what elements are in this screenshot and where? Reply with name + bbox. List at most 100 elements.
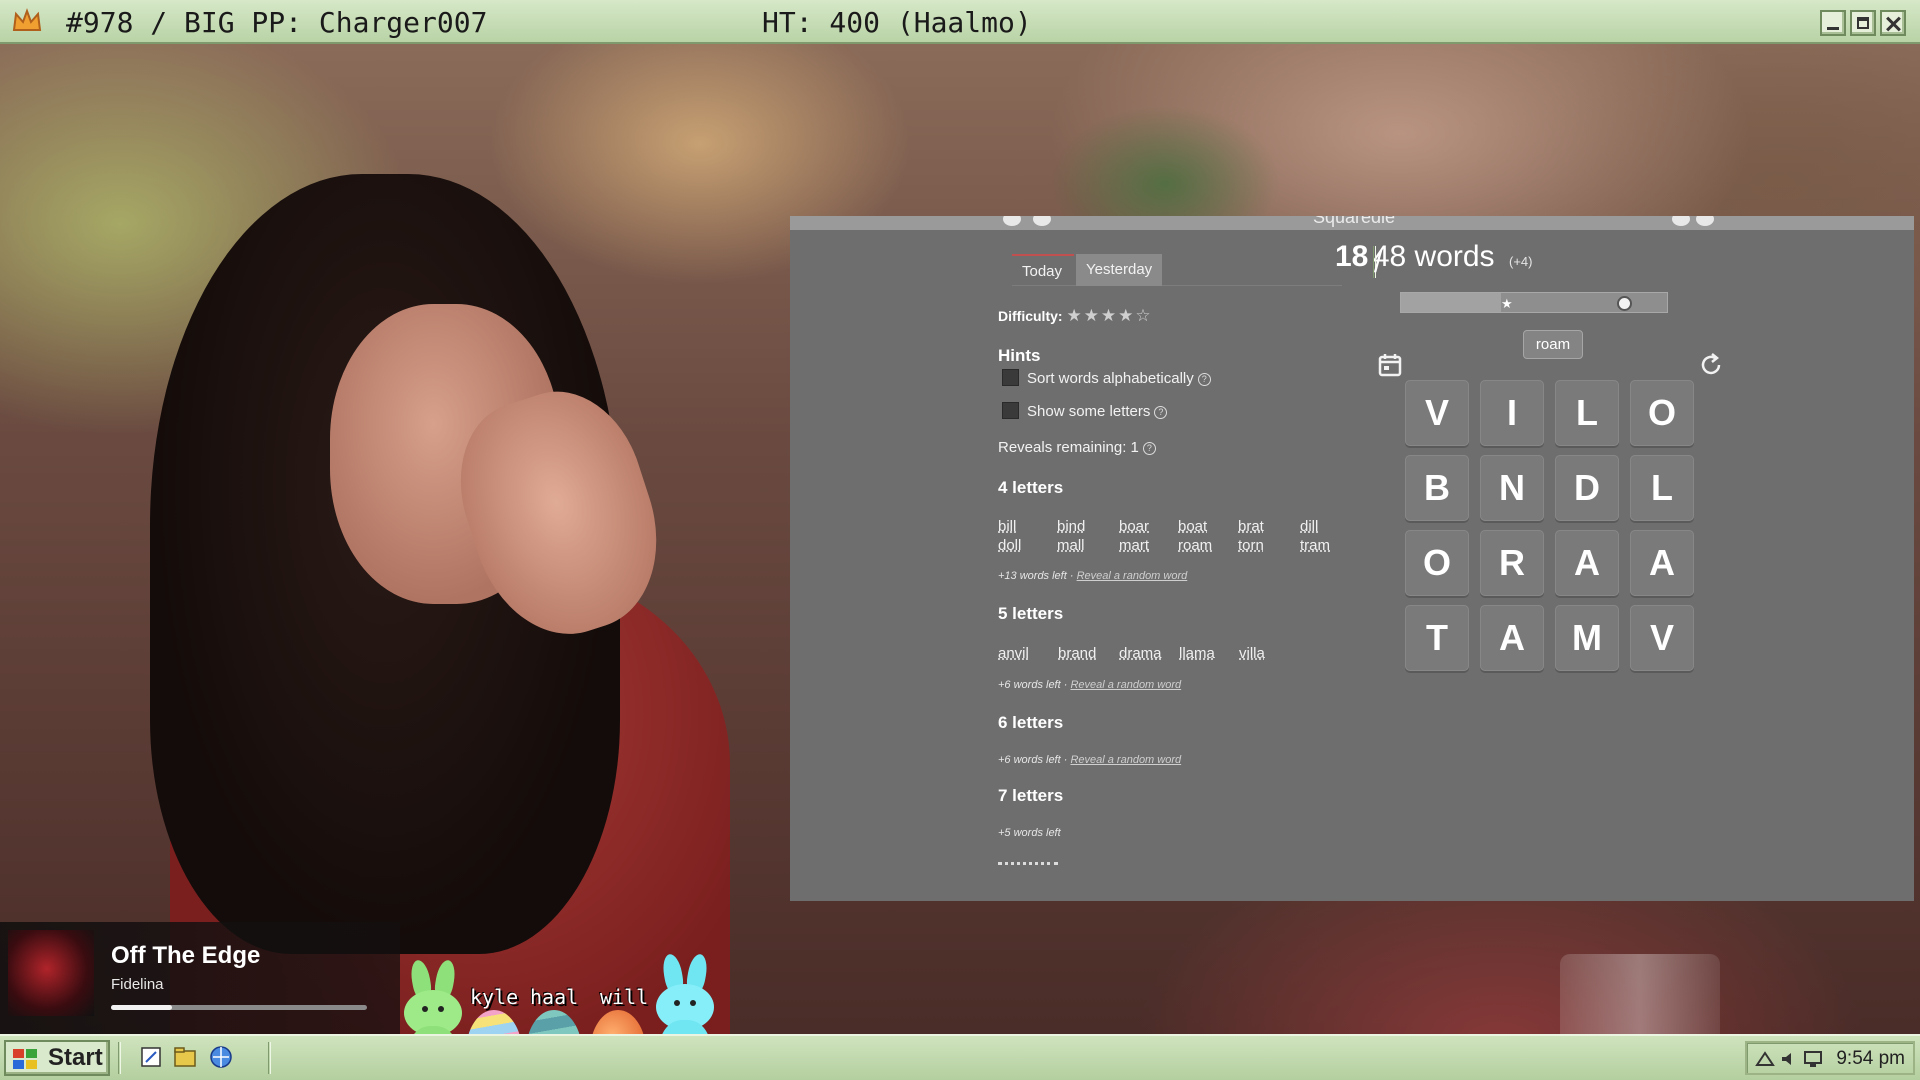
- letter-tile[interactable]: A: [1480, 605, 1544, 671]
- reveal-random-word-link[interactable]: Reveal a random word: [1070, 679, 1181, 691]
- letter-tile[interactable]: N: [1480, 455, 1544, 521]
- windows-logo-icon: [13, 1049, 37, 1069]
- found-word[interactable]: mart: [1119, 537, 1149, 554]
- current-word-display: roam: [1523, 330, 1583, 359]
- close-button[interactable]: [1880, 10, 1906, 36]
- words-left-7: +5 words left: [998, 827, 1061, 839]
- letter-tile[interactable]: I: [1480, 380, 1544, 446]
- found-word[interactable]: brat: [1238, 518, 1264, 535]
- hint-sort-alphabetically[interactable]: Sort words alphabetically?: [1002, 369, 1211, 387]
- network-icon[interactable]: [1755, 1049, 1775, 1069]
- hint-label: Sort words alphabetically: [1027, 370, 1194, 387]
- menu-icon[interactable]: [1003, 216, 1021, 226]
- found-word[interactable]: tram: [1300, 537, 1330, 554]
- letter-tile[interactable]: R: [1480, 530, 1544, 596]
- words-left-count: +6 words left: [998, 754, 1061, 766]
- bonus-words: (+4): [1509, 254, 1533, 269]
- letter-tile[interactable]: A: [1630, 530, 1694, 596]
- reveal-random-word-link[interactable]: Reveal a random word: [1077, 570, 1188, 582]
- game-panel: Squaredle Today Yesterday Difficulty: ★★…: [790, 216, 1914, 901]
- info-icon[interactable]: [1672, 216, 1690, 226]
- chatter-name: will: [600, 985, 649, 1009]
- tab-yesterday[interactable]: Yesterday: [1076, 254, 1162, 286]
- words-left-count: +5 words left: [998, 827, 1061, 839]
- letter-tile[interactable]: T: [1405, 605, 1469, 671]
- found-word[interactable]: llama: [1179, 645, 1215, 662]
- song-progress-bar: [111, 1005, 367, 1010]
- reveals-text: Reveals remaining: 1: [998, 439, 1139, 456]
- count-separator: /: [1372, 246, 1383, 279]
- window-title: #978 / BIG PP: Charger007: [66, 6, 488, 39]
- found-word[interactable]: mall: [1057, 537, 1085, 554]
- share-icon[interactable]: [1033, 216, 1051, 226]
- letter-tile[interactable]: A: [1555, 530, 1619, 596]
- song-artist: Fidelina: [111, 976, 164, 993]
- hint-label: Show some letters: [1027, 403, 1151, 420]
- calendar-icon[interactable]: [1377, 352, 1403, 378]
- section-title-7-letters: 7 letters: [998, 786, 1064, 805]
- letter-tile[interactable]: V: [1405, 380, 1469, 446]
- star-milestone-icon: ★: [1501, 296, 1513, 311]
- found-word[interactable]: brand: [1058, 645, 1096, 662]
- settings-icon[interactable]: [1696, 216, 1714, 226]
- notepad-icon[interactable]: [138, 1044, 164, 1070]
- found-word[interactable]: villa: [1239, 645, 1265, 662]
- section-title-4-letters: 4 letters: [998, 478, 1064, 497]
- start-button[interactable]: Start: [4, 1040, 110, 1076]
- total-words: 48 words: [1372, 240, 1495, 273]
- letter-tile[interactable]: M: [1555, 605, 1619, 671]
- maximize-button[interactable]: [1850, 10, 1876, 36]
- found-count: 18: [1335, 240, 1369, 273]
- found-word[interactable]: bill: [998, 518, 1016, 535]
- tab-today[interactable]: Today: [1012, 254, 1074, 286]
- song-title: Off The Edge: [111, 942, 261, 969]
- found-word[interactable]: dill: [1300, 518, 1318, 535]
- difficulty-row: Difficulty: ★★★★☆: [998, 306, 1153, 326]
- song-progress-fill: [111, 1005, 173, 1010]
- minimize-button[interactable]: [1820, 10, 1846, 36]
- reveal-random-word-link[interactable]: Reveal a random word: [1070, 754, 1181, 766]
- window-status: HT: 400 (Haalmo): [762, 6, 1032, 39]
- now-playing-widget: Off The Edge Fidelina: [0, 922, 400, 1034]
- taskbar: Start 9:54 pm: [0, 1034, 1920, 1080]
- chatter-name: kyle: [470, 985, 519, 1009]
- sort-alphabetically-checkbox[interactable]: [1002, 369, 1019, 386]
- found-word[interactable]: drama: [1119, 645, 1162, 662]
- background-glass: [1560, 954, 1720, 1034]
- reveals-remaining: Reveals remaining: 1?: [998, 439, 1156, 456]
- letter-tile[interactable]: O: [1630, 380, 1694, 446]
- explorer-icon[interactable]: [172, 1044, 198, 1070]
- found-word[interactable]: boar: [1119, 518, 1149, 535]
- letter-tile[interactable]: O: [1405, 530, 1469, 596]
- letter-tile[interactable]: D: [1555, 455, 1619, 521]
- found-word[interactable]: boat: [1178, 518, 1207, 535]
- letter-tile[interactable]: L: [1555, 380, 1619, 446]
- help-icon[interactable]: ?: [1142, 442, 1156, 455]
- system-tray: 9:54 pm: [1745, 1041, 1915, 1075]
- found-word[interactable]: anvil: [998, 645, 1029, 662]
- found-word[interactable]: doll: [998, 537, 1021, 554]
- letter-tile[interactable]: L: [1630, 455, 1694, 521]
- hint-show-letters[interactable]: Show some letters?: [1002, 402, 1168, 420]
- globe-milestone-icon: [1617, 296, 1632, 311]
- browser-icon[interactable]: [208, 1044, 234, 1070]
- found-word[interactable]: roam: [1178, 537, 1212, 554]
- display-icon[interactable]: [1803, 1049, 1823, 1069]
- words-left-count: +13 words left: [998, 570, 1067, 582]
- found-word[interactable]: bind: [1057, 518, 1085, 535]
- letter-tile[interactable]: B: [1405, 455, 1469, 521]
- taskbar-separator: [118, 1042, 121, 1074]
- progress-fill: [1401, 293, 1501, 312]
- found-word[interactable]: torn: [1238, 537, 1264, 554]
- show-letters-checkbox[interactable]: [1002, 402, 1019, 419]
- words-left-6: +6 words left · Reveal a random word: [998, 754, 1182, 766]
- volume-icon[interactable]: [1779, 1049, 1799, 1069]
- refresh-icon[interactable]: [1698, 352, 1724, 378]
- album-art: [8, 930, 94, 1016]
- help-icon[interactable]: ?: [1154, 406, 1168, 419]
- word-count: 18 / 48 words (+4): [1335, 240, 1635, 279]
- letter-tile[interactable]: V: [1630, 605, 1694, 671]
- help-icon[interactable]: ?: [1197, 373, 1211, 386]
- letter-grid: V I L O B N D L O R A A T A M V: [1405, 380, 1711, 686]
- words-left-count: +6 words left: [998, 679, 1061, 691]
